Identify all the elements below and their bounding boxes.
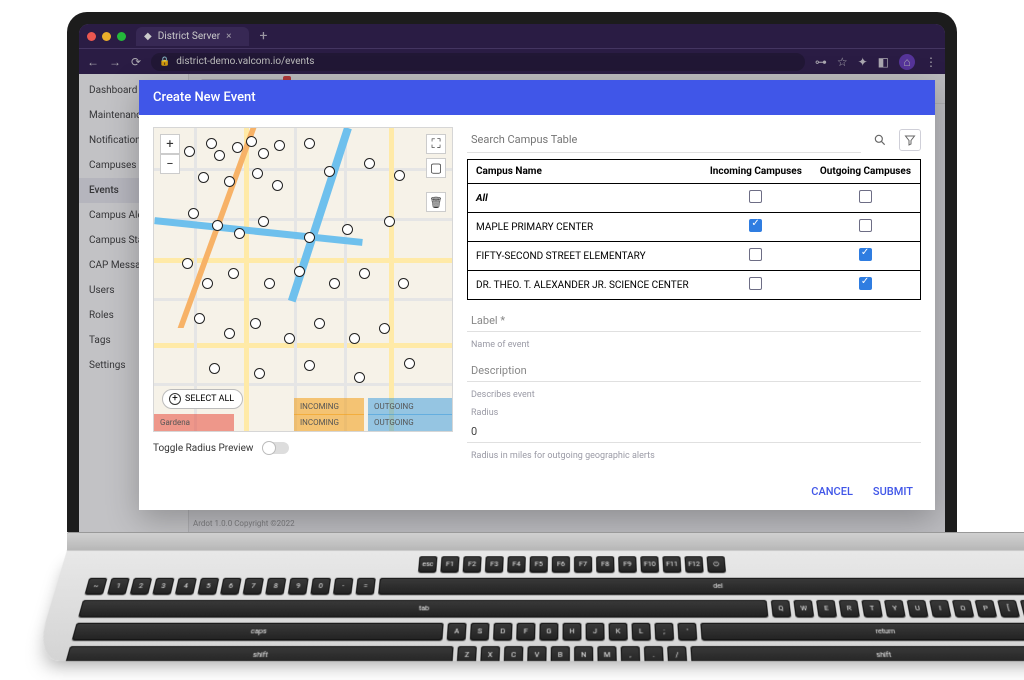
checkbox-outgoing[interactable] [859, 248, 872, 261]
plus-circle-icon: + [169, 393, 181, 405]
map-zoom-in[interactable]: + [160, 134, 180, 154]
checkbox-incoming-all[interactable] [749, 190, 762, 203]
col-campus-name: Campus Name [468, 160, 701, 184]
extensions-icon[interactable]: ✦ [858, 55, 868, 69]
tab-favicon: ◆ [144, 31, 152, 42]
legend-orange-bottom: INCOMING [294, 414, 364, 431]
laptop-keyboard: escF1F2F3F4F5F6F7F8F9F10F11F12⏻ ~1234567… [34, 550, 1024, 661]
label-input[interactable] [467, 306, 921, 332]
select-all-label: SELECT ALL [185, 394, 234, 404]
table-row: MAPLE PRIMARY CENTER [468, 213, 921, 242]
legend-orange-top: INCOMING [294, 398, 364, 415]
profile-avatar[interactable]: ⌂ [899, 54, 915, 70]
cell-name: FIFTY-SECOND STREET ELEMENTARY [468, 242, 701, 271]
checkbox-outgoing-all[interactable] [859, 190, 872, 203]
cell-name: MAPLE PRIMARY CENTER [468, 213, 701, 242]
create-event-modal: Create New Event [139, 80, 935, 510]
menu-icon[interactable]: ⋮ [925, 55, 937, 69]
table-row-all: All [468, 184, 921, 213]
minimize-window-icon[interactable] [102, 32, 111, 41]
star-icon[interactable]: ☆ [837, 55, 848, 69]
bookmark-icon[interactable]: ◧ [878, 55, 889, 69]
cell-name: DR. THEO. T. ALEXANDER JR. SCIENCE CENTE… [468, 271, 701, 300]
radius-field-label: Radius [467, 406, 921, 418]
checkbox-incoming[interactable] [749, 219, 762, 232]
map-delete-icon[interactable]: 🗑 [426, 192, 446, 212]
browser-tab[interactable]: ◆ District Server × [136, 27, 249, 46]
checkbox-outgoing[interactable] [859, 277, 872, 290]
map-zoom-out[interactable]: − [160, 154, 180, 174]
back-button[interactable]: ← [87, 55, 99, 69]
url-text: district-demo.valcom.io/events [176, 56, 314, 67]
map-draw-box-icon[interactable]: ▢ [426, 158, 446, 178]
lock-icon: 🔒 [159, 57, 170, 67]
browser-chrome: ◆ District Server × + ← → ⟳ 🔒 district-d… [79, 24, 945, 74]
tab-close-icon[interactable]: × [226, 31, 231, 42]
maximize-window-icon[interactable] [117, 32, 126, 41]
table-row: DR. THEO. T. ALEXANDER JR. SCIENCE CENTE… [468, 271, 921, 300]
campus-table: Campus Name Incoming Campuses Outgoing C… [467, 159, 921, 300]
legend-blue-top: OUTGOING [368, 398, 453, 415]
map-fullscreen-icon[interactable]: ⛶ [426, 134, 446, 154]
col-outgoing: Outgoing Campuses [811, 160, 921, 184]
label-field: Label * [467, 306, 921, 332]
close-window-icon[interactable] [87, 32, 96, 41]
forward-button[interactable]: → [109, 55, 121, 69]
search-icon[interactable] [869, 129, 891, 151]
description-field: Description [467, 356, 921, 382]
checkbox-incoming[interactable] [749, 277, 762, 290]
address-bar[interactable]: 🔒 district-demo.valcom.io/events [151, 53, 805, 71]
col-incoming: Incoming Campuses [701, 160, 811, 184]
checkbox-incoming[interactable] [749, 248, 762, 261]
radius-field [467, 420, 921, 443]
table-row: FIFTY-SECOND STREET ELEMENTARY [468, 242, 921, 271]
toggle-radius-switch[interactable] [263, 442, 289, 454]
key-icon[interactable]: ⊶ [815, 55, 827, 69]
search-campus-input[interactable] [467, 127, 861, 153]
modal-title: Create New Event [139, 80, 935, 115]
label-helper: Name of event [467, 338, 921, 350]
toggle-radius-label: Toggle Radius Preview [153, 443, 253, 454]
campus-map[interactable]: + − ⛶ ▢ 🗑 [153, 127, 453, 432]
window-controls[interactable] [87, 32, 126, 41]
filter-icon[interactable] [899, 129, 921, 151]
radius-input[interactable] [467, 423, 921, 443]
select-all-button[interactable]: + SELECT ALL [162, 389, 243, 409]
legend-red: Gardena [154, 414, 234, 431]
reload-button[interactable]: ⟳ [131, 55, 141, 69]
tab-title: District Server [158, 31, 220, 42]
description-helper: Describes event [467, 388, 921, 400]
radius-helper: Radius in miles for outgoing geographic … [467, 449, 921, 461]
new-tab-button[interactable]: + [259, 28, 267, 44]
legend-blue-bottom: OUTGOING [368, 414, 453, 431]
cancel-button[interactable]: CANCEL [811, 485, 853, 498]
cell-name: All [468, 184, 701, 213]
description-input[interactable] [467, 356, 921, 382]
submit-button[interactable]: SUBMIT [873, 485, 913, 498]
footer-version: Ardot 1.0.0 Copyright ©2022 [193, 519, 295, 528]
checkbox-outgoing[interactable] [859, 219, 872, 232]
